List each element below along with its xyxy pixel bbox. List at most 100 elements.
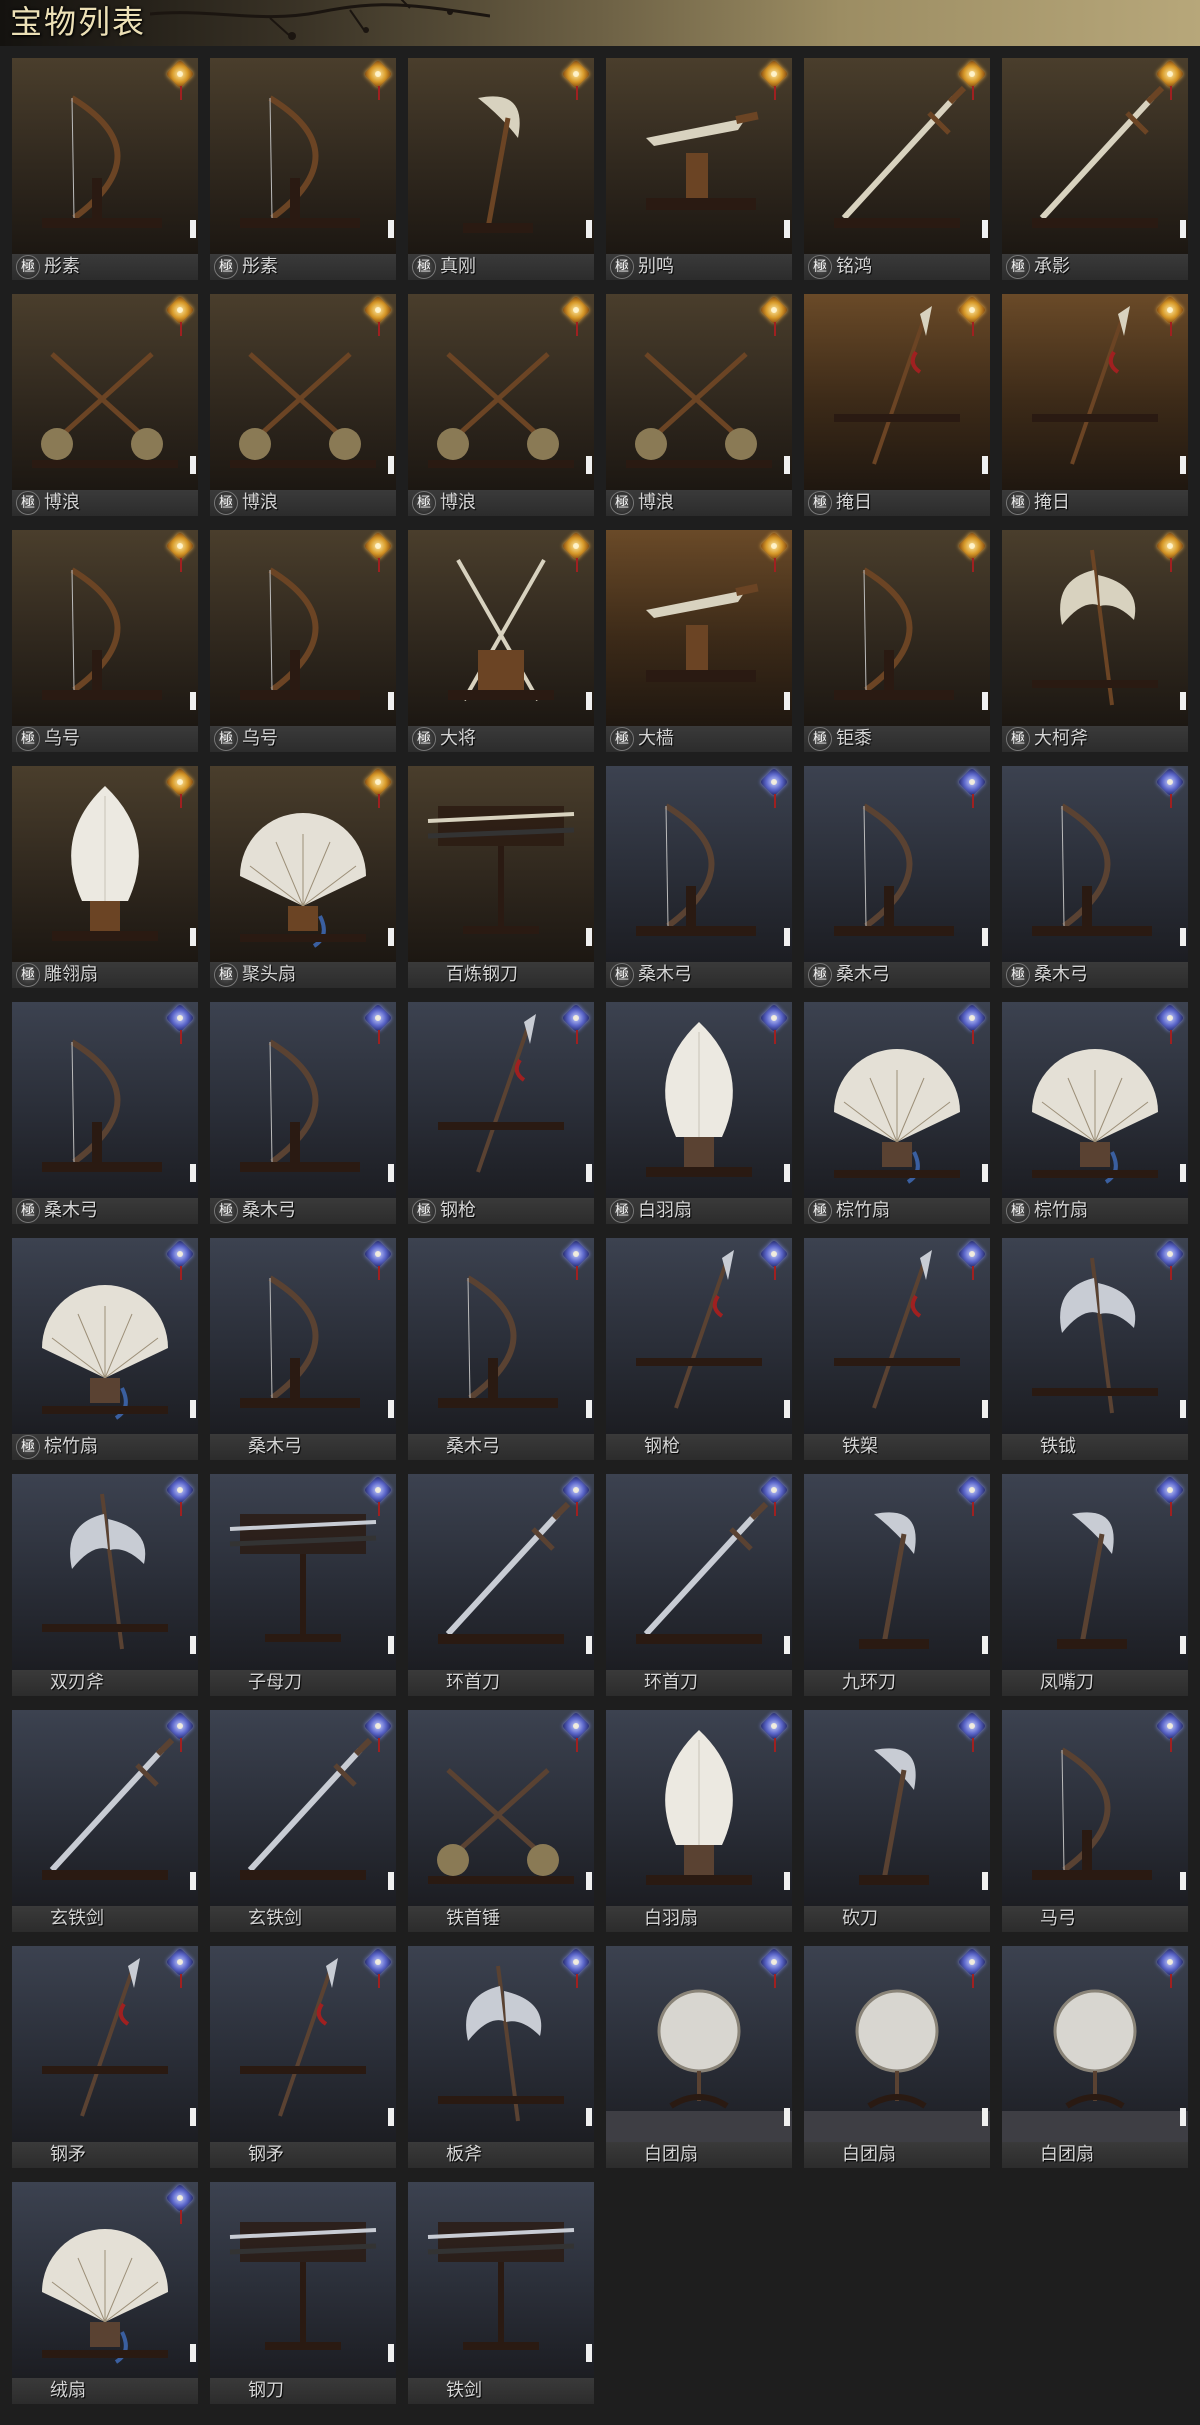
treasure-card[interactable]: 極大柯斧 (1002, 530, 1188, 752)
treasure-card[interactable]: 钢枪 (606, 1238, 792, 1460)
treasure-card[interactable]: 砍刀 (804, 1710, 990, 1932)
card-scroll-handle[interactable] (190, 692, 196, 710)
treasure-card[interactable]: 極掩日 (1002, 294, 1188, 516)
card-scroll-handle[interactable] (1180, 1400, 1186, 1418)
treasure-card[interactable]: 極桑木弓 (606, 766, 792, 988)
treasure-card[interactable]: 極白羽扇 (606, 1002, 792, 1224)
treasure-card[interactable]: 極钢枪 (408, 1002, 594, 1224)
treasure-card[interactable]: 極博浪 (408, 294, 594, 516)
card-scroll-handle[interactable] (784, 1636, 790, 1654)
card-scroll-handle[interactable] (586, 1636, 592, 1654)
treasure-card[interactable]: 極铭鸿 (804, 58, 990, 280)
card-scroll-handle[interactable] (784, 456, 790, 474)
card-scroll-handle[interactable] (190, 928, 196, 946)
card-scroll-handle[interactable] (784, 1400, 790, 1418)
treasure-card[interactable]: 極棕竹扇 (1002, 1002, 1188, 1224)
treasure-card[interactable]: 桑木弓 (210, 1238, 396, 1460)
card-scroll-handle[interactable] (586, 692, 592, 710)
treasure-card[interactable]: 双刃斧 (12, 1474, 198, 1696)
treasure-card[interactable]: 極彤素 (12, 58, 198, 280)
card-scroll-handle[interactable] (190, 1400, 196, 1418)
card-scroll-handle[interactable] (784, 692, 790, 710)
treasure-card[interactable]: 玄铁剑 (210, 1710, 396, 1932)
treasure-card[interactable]: 極博浪 (606, 294, 792, 516)
treasure-card[interactable]: 極真刚 (408, 58, 594, 280)
treasure-card[interactable]: 白团扇 (606, 1946, 792, 2168)
card-scroll-handle[interactable] (388, 2108, 394, 2126)
treasure-card[interactable]: 極桑木弓 (210, 1002, 396, 1224)
treasure-card[interactable]: 玄铁剑 (12, 1710, 198, 1932)
treasure-card[interactable]: 环首刀 (408, 1474, 594, 1696)
card-scroll-handle[interactable] (190, 1636, 196, 1654)
card-scroll-handle[interactable] (190, 456, 196, 474)
treasure-card[interactable]: 極承影 (1002, 58, 1188, 280)
treasure-card[interactable]: 極乌号 (210, 530, 396, 752)
card-scroll-handle[interactable] (388, 1636, 394, 1654)
card-scroll-handle[interactable] (388, 1872, 394, 1890)
card-scroll-handle[interactable] (1180, 928, 1186, 946)
card-scroll-handle[interactable] (982, 692, 988, 710)
card-scroll-handle[interactable] (586, 2344, 592, 2362)
treasure-card[interactable]: 極彤素 (210, 58, 396, 280)
treasure-card[interactable]: 马弓 (1002, 1710, 1188, 1932)
card-scroll-handle[interactable] (1180, 2108, 1186, 2126)
card-scroll-handle[interactable] (1180, 1164, 1186, 1182)
treasure-card[interactable]: 子母刀 (210, 1474, 396, 1696)
card-scroll-handle[interactable] (388, 1400, 394, 1418)
card-scroll-handle[interactable] (982, 928, 988, 946)
treasure-card[interactable]: 钢刀 (210, 2182, 396, 2404)
treasure-card[interactable]: 極掩日 (804, 294, 990, 516)
treasure-card[interactable]: 铁剑 (408, 2182, 594, 2404)
card-scroll-handle[interactable] (190, 2108, 196, 2126)
treasure-card[interactable]: 極棕竹扇 (12, 1238, 198, 1460)
treasure-card[interactable]: 钢矛 (12, 1946, 198, 2168)
card-scroll-handle[interactable] (388, 2344, 394, 2362)
treasure-card[interactable]: 钢矛 (210, 1946, 396, 2168)
treasure-card[interactable]: 極大将 (408, 530, 594, 752)
treasure-card[interactable]: 極钜黍 (804, 530, 990, 752)
card-scroll-handle[interactable] (388, 692, 394, 710)
card-scroll-handle[interactable] (586, 1872, 592, 1890)
card-scroll-handle[interactable] (784, 1164, 790, 1182)
card-scroll-handle[interactable] (1180, 220, 1186, 238)
treasure-card[interactable]: 白团扇 (1002, 1946, 1188, 2168)
treasure-card[interactable]: 極棕竹扇 (804, 1002, 990, 1224)
treasure-card[interactable]: 極博浪 (210, 294, 396, 516)
treasure-card[interactable]: 極雕翎扇 (12, 766, 198, 988)
card-scroll-handle[interactable] (784, 2108, 790, 2126)
card-scroll-handle[interactable] (1180, 1636, 1186, 1654)
card-scroll-handle[interactable] (1180, 692, 1186, 710)
treasure-card[interactable]: 铁钺 (1002, 1238, 1188, 1460)
card-scroll-handle[interactable] (784, 928, 790, 946)
card-scroll-handle[interactable] (388, 220, 394, 238)
card-scroll-handle[interactable] (784, 1872, 790, 1890)
card-scroll-handle[interactable] (388, 928, 394, 946)
card-scroll-handle[interactable] (982, 2108, 988, 2126)
treasure-card[interactable]: 绒扇 (12, 2182, 198, 2404)
card-scroll-handle[interactable] (784, 220, 790, 238)
treasure-card[interactable]: 板斧 (408, 1946, 594, 2168)
card-scroll-handle[interactable] (982, 220, 988, 238)
card-scroll-handle[interactable] (190, 1872, 196, 1890)
card-scroll-handle[interactable] (190, 1164, 196, 1182)
treasure-card[interactable]: 百炼钢刀 (408, 766, 594, 988)
card-scroll-handle[interactable] (982, 456, 988, 474)
treasure-card[interactable]: 凤嘴刀 (1002, 1474, 1188, 1696)
treasure-card[interactable]: 九环刀 (804, 1474, 990, 1696)
treasure-card[interactable]: 桑木弓 (408, 1238, 594, 1460)
treasure-card[interactable]: 極桑木弓 (12, 1002, 198, 1224)
card-scroll-handle[interactable] (982, 1636, 988, 1654)
card-scroll-handle[interactable] (388, 1164, 394, 1182)
card-scroll-handle[interactable] (586, 220, 592, 238)
card-scroll-handle[interactable] (586, 1400, 592, 1418)
treasure-card[interactable]: 極别鸣 (606, 58, 792, 280)
card-scroll-handle[interactable] (190, 2344, 196, 2362)
treasure-card[interactable]: 白羽扇 (606, 1710, 792, 1932)
treasure-card[interactable]: 铁首锤 (408, 1710, 594, 1932)
card-scroll-handle[interactable] (982, 1400, 988, 1418)
card-scroll-handle[interactable] (982, 1872, 988, 1890)
card-scroll-handle[interactable] (1180, 1872, 1186, 1890)
treasure-card[interactable]: 铁槊 (804, 1238, 990, 1460)
treasure-card[interactable]: 極桑木弓 (804, 766, 990, 988)
treasure-card[interactable]: 極桑木弓 (1002, 766, 1188, 988)
